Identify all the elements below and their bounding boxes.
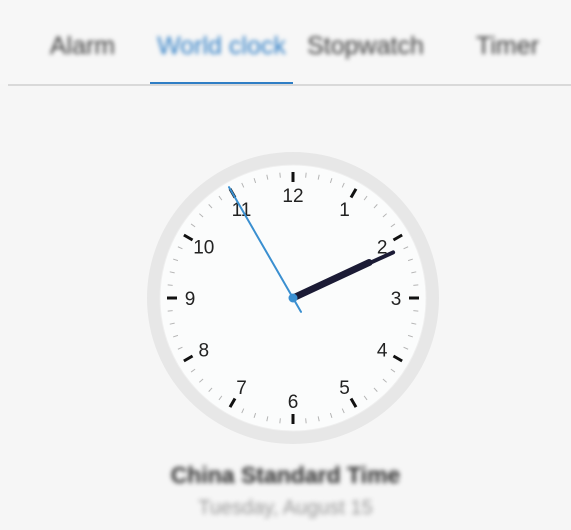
clock-numeral: 3 [391, 289, 402, 310]
clock-numeral: 12 [282, 186, 303, 207]
clock-numeral: 5 [339, 378, 350, 399]
clock-numeral: 10 [193, 238, 214, 259]
clock-numeral: 9 [185, 289, 196, 310]
clock-face: 121234567891011 [147, 152, 439, 444]
minute-tick [167, 284, 173, 286]
minute-tick [279, 418, 281, 424]
timezone-date: Tuesday, August 15 [198, 497, 373, 519]
clock-numeral: 1 [339, 200, 350, 221]
tab-world-clock[interactable]: World clock [150, 28, 293, 64]
timezone-name: China Standard Time [170, 462, 401, 488]
clock-numeral: 7 [236, 378, 247, 399]
tab-timer[interactable]: Timer [460, 28, 555, 64]
tab-alarm[interactable]: Alarm [30, 28, 135, 64]
tab-bar: Alarm World clock Stopwatch Timer [0, 0, 571, 85]
minute-tick [413, 310, 419, 312]
minute-tick [305, 172, 307, 178]
clock-numeral: 4 [377, 341, 388, 362]
minute-tick [167, 310, 173, 312]
minute-tick [279, 172, 281, 178]
minute-tick [413, 284, 419, 286]
minute-tick [305, 418, 307, 424]
clock-numeral: 6 [288, 392, 299, 413]
tab-stopwatch[interactable]: Stopwatch [298, 28, 433, 64]
analog-clock: 121234567891011 [145, 150, 441, 446]
tab-divider [8, 84, 571, 86]
clock-numeral: 8 [199, 341, 210, 362]
clock-center-dot [288, 293, 298, 303]
